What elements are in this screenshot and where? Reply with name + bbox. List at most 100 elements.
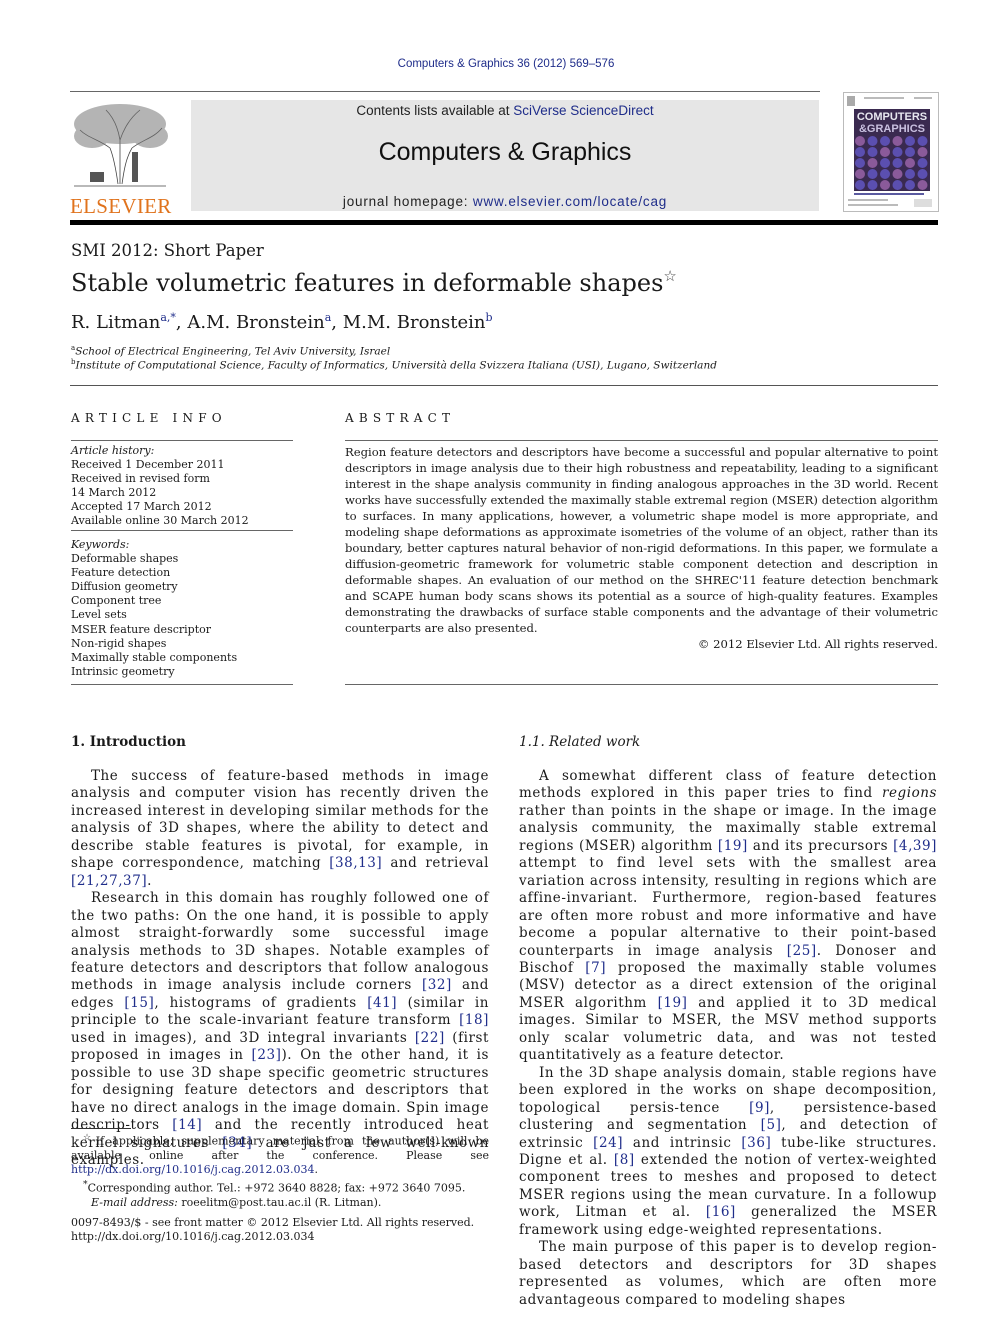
keyword-item: Maximally stable components <box>71 650 238 664</box>
title-footnote-star-icon[interactable]: ☆ <box>663 267 676 285</box>
doi-line[interactable]: http://dx.doi.org/10.1016/j.cag.2012.03.… <box>71 1230 474 1244</box>
cover-pattern-dot <box>867 147 878 157</box>
citation-link[interactable]: [23] <box>252 1047 282 1063</box>
history-item: 14 March 2012 <box>71 486 157 500</box>
cover-pattern-dot <box>892 136 903 146</box>
contents-prefix: Contents lists available at <box>356 103 514 118</box>
keyword-item: Level sets <box>71 608 127 622</box>
header-rule <box>70 91 820 92</box>
footnotes: ☆If applicable, supplementary material f… <box>71 1131 489 1210</box>
related-work-heading: 1.1. Related work <box>519 734 641 750</box>
author-name[interactable]: M.M. Bronstein <box>343 312 486 333</box>
homepage-prefix: journal homepage: <box>342 194 473 209</box>
author-name[interactable]: R. Litman <box>71 312 160 333</box>
keyword-item: Intrinsic geometry <box>71 664 175 678</box>
text-run: , histograms of gradients <box>154 994 368 1011</box>
text-run: . <box>147 872 152 889</box>
citation-link[interactable]: [41] <box>367 995 397 1011</box>
cover-pattern-dot <box>867 169 878 179</box>
cover-pattern-dot <box>855 136 865 146</box>
text-run: and retrieval <box>382 855 489 872</box>
paper-title-text: Stable volumetric features in deformable… <box>71 269 664 297</box>
paragraph: Research in this domain has roughly foll… <box>71 890 489 1169</box>
citation-link[interactable]: [24] <box>593 1135 623 1151</box>
citation-link[interactable]: [15] <box>124 995 154 1011</box>
elsevier-logo[interactable]: ELSEVIER <box>70 100 171 218</box>
footnote-email: E-mail address: roeelitm@post.tau.ac.il … <box>71 1196 489 1210</box>
cover-pattern-dot <box>880 158 890 168</box>
divider <box>71 684 293 685</box>
text-run: and intrinsic <box>623 1134 742 1151</box>
cover-pattern-dot <box>855 147 865 157</box>
citation-link[interactable]: [16] <box>706 1204 736 1220</box>
citation-link[interactable]: [4,39] <box>893 838 937 854</box>
cover-pattern-dot <box>867 158 878 168</box>
journal-reference-link[interactable]: Computers & Graphics 36 (2012) 569–576 <box>0 58 992 70</box>
citation-link[interactable]: [8] <box>614 1152 635 1168</box>
cover-pattern-dot <box>892 169 903 179</box>
cover-title-line1: COMPUTERS <box>857 111 927 123</box>
abstract-heading: ABSTRACT <box>345 411 456 425</box>
journal-title: Computers & Graphics <box>378 138 632 166</box>
citation-link[interactable]: [36] <box>741 1135 771 1151</box>
cover-pattern-dot <box>917 136 928 146</box>
paper-title: Stable volumetric features in deformable… <box>71 267 677 297</box>
cover-pattern-dot <box>905 136 915 146</box>
homepage-line: journal homepage: www.elsevier.com/locat… <box>191 194 819 209</box>
citation-link[interactable]: [25] <box>787 943 817 959</box>
citation-link[interactable]: [7] <box>585 960 606 976</box>
history-item: Received in revised form <box>71 472 210 486</box>
cover-pattern-dot <box>905 180 915 190</box>
keyword-item: Diffusion geometry <box>71 580 178 594</box>
cover-title-line2: &GRAPHICS <box>859 123 925 135</box>
text-run: The main purpose of this paper is to dev… <box>519 1239 937 1308</box>
author-affiliation-mark[interactable]: b <box>485 311 492 324</box>
cover-pattern-dot <box>880 180 890 190</box>
journal-banner: Contents lists available at SciVerse Sci… <box>191 100 819 211</box>
cover-pattern-dot <box>855 158 865 168</box>
body-column-right: 1.1. Related work A somewhat different c… <box>519 733 937 1309</box>
email-label: E-mail address: <box>91 1195 178 1209</box>
abstract-body: Region feature detectors and descriptors… <box>345 444 938 652</box>
cover-pattern-dot <box>867 136 878 146</box>
citation-link[interactable]: [18] <box>459 1012 489 1028</box>
citation-link[interactable]: [38,13] <box>329 855 382 871</box>
citation-link[interactable]: [22] <box>415 1030 445 1046</box>
citation-link[interactable]: [9] <box>749 1100 770 1116</box>
footnote-punctuation: . <box>314 1163 318 1177</box>
issn-line: 0097-8493/$ - see front matter © 2012 El… <box>71 1216 475 1229</box>
abstract-copyright: © 2012 Elsevier Ltd. All rights reserved… <box>697 637 938 651</box>
divider <box>345 440 938 441</box>
email-address[interactable]: roeelitm@post.tau.ac.il (R. Litman). <box>178 1196 381 1209</box>
cover-pattern-dot <box>905 147 915 157</box>
cover-pattern-dot <box>917 169 928 179</box>
homepage-link[interactable]: www.elsevier.com/locate/cag <box>473 194 667 209</box>
sciencedirect-link[interactable]: SciVerse ScienceDirect <box>513 103 653 118</box>
divider <box>345 684 938 685</box>
author-name[interactable]: A.M. Bronstein <box>187 312 324 333</box>
journal-cover-image: COMPUTERS &GRAPHICS <box>847 96 932 207</box>
citation-link[interactable]: [19] <box>658 995 688 1011</box>
paragraph: A somewhat different class of feature de… <box>519 768 937 1065</box>
keyword-item: Deformable shapes <box>71 552 179 566</box>
author-affiliation-mark[interactable]: a,* <box>160 311 176 324</box>
footnote-star-text: If applicable, supplementary material fr… <box>71 1134 489 1162</box>
author-affiliation-mark[interactable]: a <box>325 311 332 324</box>
affiliation-text: School of Electrical Engineering, Tel Av… <box>75 345 391 358</box>
keyword-item: Feature detection <box>71 566 171 580</box>
divider <box>71 440 293 441</box>
title-divider <box>70 385 938 386</box>
citation-link[interactable]: [32] <box>422 977 452 993</box>
contents-line: Contents lists available at SciVerse Sci… <box>191 103 819 118</box>
paragraph: The main purpose of this paper is to dev… <box>519 1239 937 1309</box>
citation-link[interactable]: [5] <box>761 1117 782 1133</box>
footnote-rule <box>71 1128 131 1129</box>
citation-link[interactable]: [19] <box>718 838 748 854</box>
journal-cover-thumbnail[interactable]: COMPUTERS &GRAPHICS <box>843 92 939 212</box>
text-run: used in images), and 3D integral invaria… <box>71 1029 415 1046</box>
supplementary-doi-link[interactable]: http://dx.doi.org/10.1016/j.cag.2012.03.… <box>71 1163 314 1176</box>
cover-pattern-dot <box>905 169 915 179</box>
cover-pattern-dot <box>917 147 928 157</box>
cover-pattern-dot <box>917 158 928 168</box>
citation-link[interactable]: [21,27,37] <box>71 873 147 889</box>
